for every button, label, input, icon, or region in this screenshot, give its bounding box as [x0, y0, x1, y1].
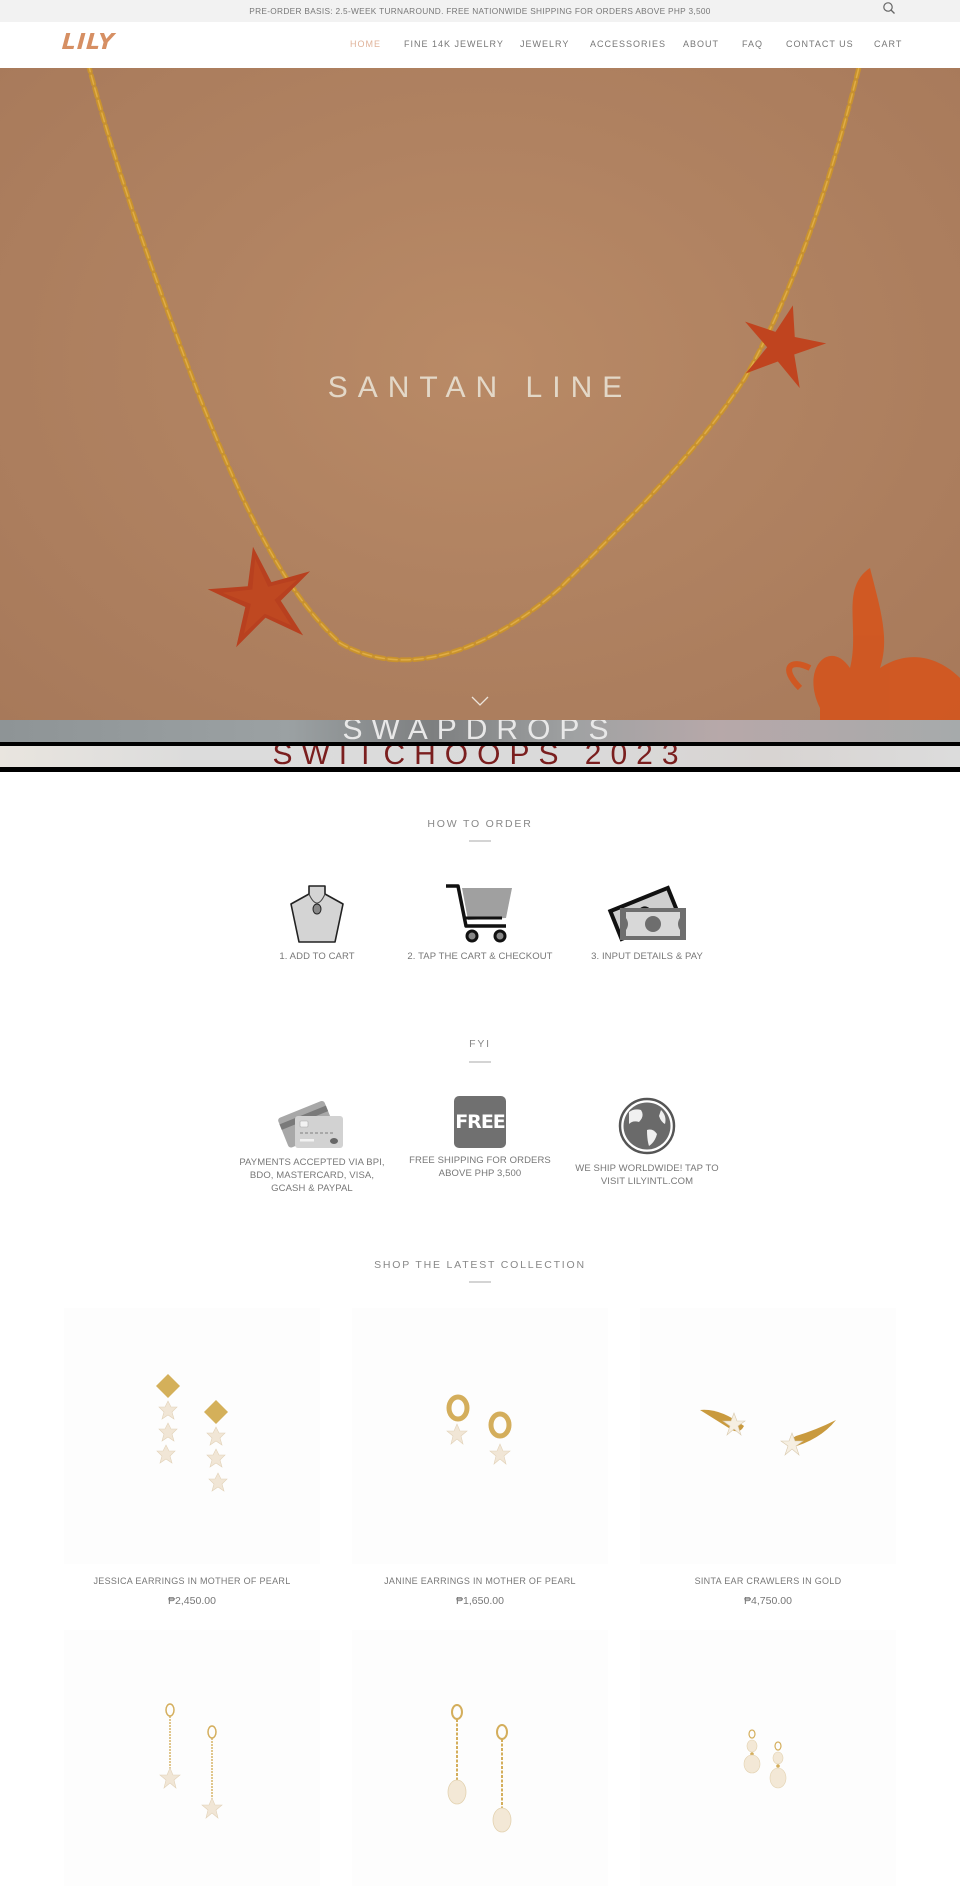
hero-slide-swapdrops[interactable]: SWAPDROPS: [0, 720, 960, 743]
starflower-left: [207, 546, 311, 648]
hero-title: SANTAN LINE: [327, 371, 633, 404]
product-name[interactable]: JESSICA EARRINGS IN MOTHER OF PEARL: [64, 1576, 320, 1586]
how-to-order-title: HOW TO ORDER: [427, 818, 533, 830]
jessica-earrings-image: [156, 1374, 228, 1492]
nav-cart[interactable]: CART: [874, 39, 902, 49]
nav-about[interactable]: ABOUT: [683, 39, 719, 49]
product-name[interactable]: SINTA EAR CRAWLERS IN GOLD: [640, 1576, 896, 1586]
pearl-drop-earrings-image: [447, 1704, 512, 1833]
step-input-details-pay: 3. INPUT DETAILS & PAY: [572, 882, 722, 963]
janine-earrings-image: [446, 1394, 512, 1465]
step-label: 1. ADD TO CART: [279, 951, 355, 962]
product-image[interactable]: [352, 1630, 608, 1886]
free-badge-icon: FREE: [454, 1096, 506, 1148]
main-nav: HOME FINE 14K JEWELRY JEWELRY ACCESSORIE…: [0, 39, 960, 53]
credit-card-icon: [278, 1100, 343, 1148]
star-drop-earrings-image: [159, 1703, 223, 1819]
product-image[interactable]: [640, 1308, 896, 1564]
step-add-to-cart: 1. ADD TO CART: [242, 882, 392, 963]
step-tap-cart-checkout: 2. TAP THE CART & CHECKOUT: [405, 882, 555, 963]
announcement-text: PRE-ORDER BASIS: 2.5-WEEK TURNAROUND. FR…: [249, 6, 711, 16]
product-image[interactable]: [64, 1630, 320, 1886]
product-card[interactable]: SINTA EAR CRAWLERS IN GOLD ₱4,750.00: [640, 1308, 896, 1607]
fyi-payments: PAYMENTS ACCEPTED VIA BPI, BDO, MASTERCA…: [237, 1094, 387, 1195]
fyi-label: WE SHIP WORLDWIDE! TAP TO VISIT LILYINTL…: [575, 1163, 719, 1187]
product-card[interactable]: [640, 1630, 896, 1898]
product-name[interactable]: JANINE EARRINGS IN MOTHER OF PEARL: [352, 1576, 608, 1586]
blurred-flower: [786, 568, 960, 720]
nav-contact-us[interactable]: CONTACT US: [786, 39, 854, 49]
product-price: ₱2,450.00: [168, 1595, 216, 1607]
nav-jewelry[interactable]: JEWELRY: [520, 39, 569, 49]
product-price: ₱1,650.00: [456, 1595, 504, 1607]
cash-icon: [607, 885, 686, 942]
site-header: LILY HOME FINE 14K JEWELRY JEWELRY ACCES…: [0, 22, 960, 68]
collection-title: SHOP THE LATEST COLLECTION: [374, 1259, 586, 1271]
product-card[interactable]: JANINE EARRINGS IN MOTHER OF PEARL ₱1,65…: [352, 1308, 608, 1607]
nav-accessories[interactable]: ACCESSORIES: [590, 39, 666, 49]
globe-icon: [618, 1097, 676, 1155]
fyi-label: PAYMENTS ACCEPTED VIA BPI, BDO, MASTERCA…: [239, 1157, 385, 1194]
search-icon[interactable]: [882, 1, 896, 15]
sinta-ear-crawlers-image: [700, 1409, 836, 1456]
hero-slide-switchoops[interactable]: SWITCHOOPS 2023: [0, 746, 960, 767]
slide-title-swapdrops: SWAPDROPS: [342, 720, 618, 743]
necklace-bust-icon: [290, 885, 344, 943]
section-divider: [469, 840, 491, 842]
section-divider: [469, 1061, 491, 1063]
slide-title-switchoops: SWITCHOOPS 2023: [272, 746, 688, 767]
section-divider: [469, 1281, 491, 1283]
product-card[interactable]: [64, 1630, 320, 1898]
shopping-cart-icon: [446, 884, 512, 943]
nav-home[interactable]: HOME: [350, 39, 381, 49]
step-label: 3. INPUT DETAILS & PAY: [591, 951, 703, 962]
product-price: ₱4,750.00: [744, 1595, 792, 1607]
fyi-label: FREE SHIPPING FOR ORDERS ABOVE PHP 3,500: [409, 1155, 551, 1179]
product-image[interactable]: [64, 1308, 320, 1564]
nav-fine-14k-jewelry[interactable]: FINE 14K JEWELRY: [404, 39, 504, 49]
nav-faq[interactable]: FAQ: [742, 39, 763, 49]
product-image[interactable]: [640, 1630, 896, 1886]
hero-slide-santan-line[interactable]: SANTAN LINE: [0, 68, 960, 720]
fyi-free-shipping: FREE FREE SHIPPING FOR ORDERS ABOVE PHP …: [405, 1096, 555, 1180]
product-image[interactable]: [352, 1308, 608, 1564]
chevron-down-icon[interactable]: [470, 694, 490, 708]
product-card[interactable]: JESSICA EARRINGS IN MOTHER OF PEARL ₱2,4…: [64, 1308, 320, 1607]
fyi-ship-worldwide[interactable]: WE SHIP WORLDWIDE! TAP TO VISIT LILYINTL…: [572, 1096, 722, 1188]
step-label: 2. TAP THE CART & CHECKOUT: [407, 951, 553, 962]
fyi-title: FYI: [469, 1038, 491, 1050]
product-card[interactable]: [352, 1630, 608, 1898]
announcement-bar: PRE-ORDER BASIS: 2.5-WEEK TURNAROUND. FR…: [0, 0, 960, 22]
pearl-charm-earrings-image: [743, 1729, 787, 1789]
